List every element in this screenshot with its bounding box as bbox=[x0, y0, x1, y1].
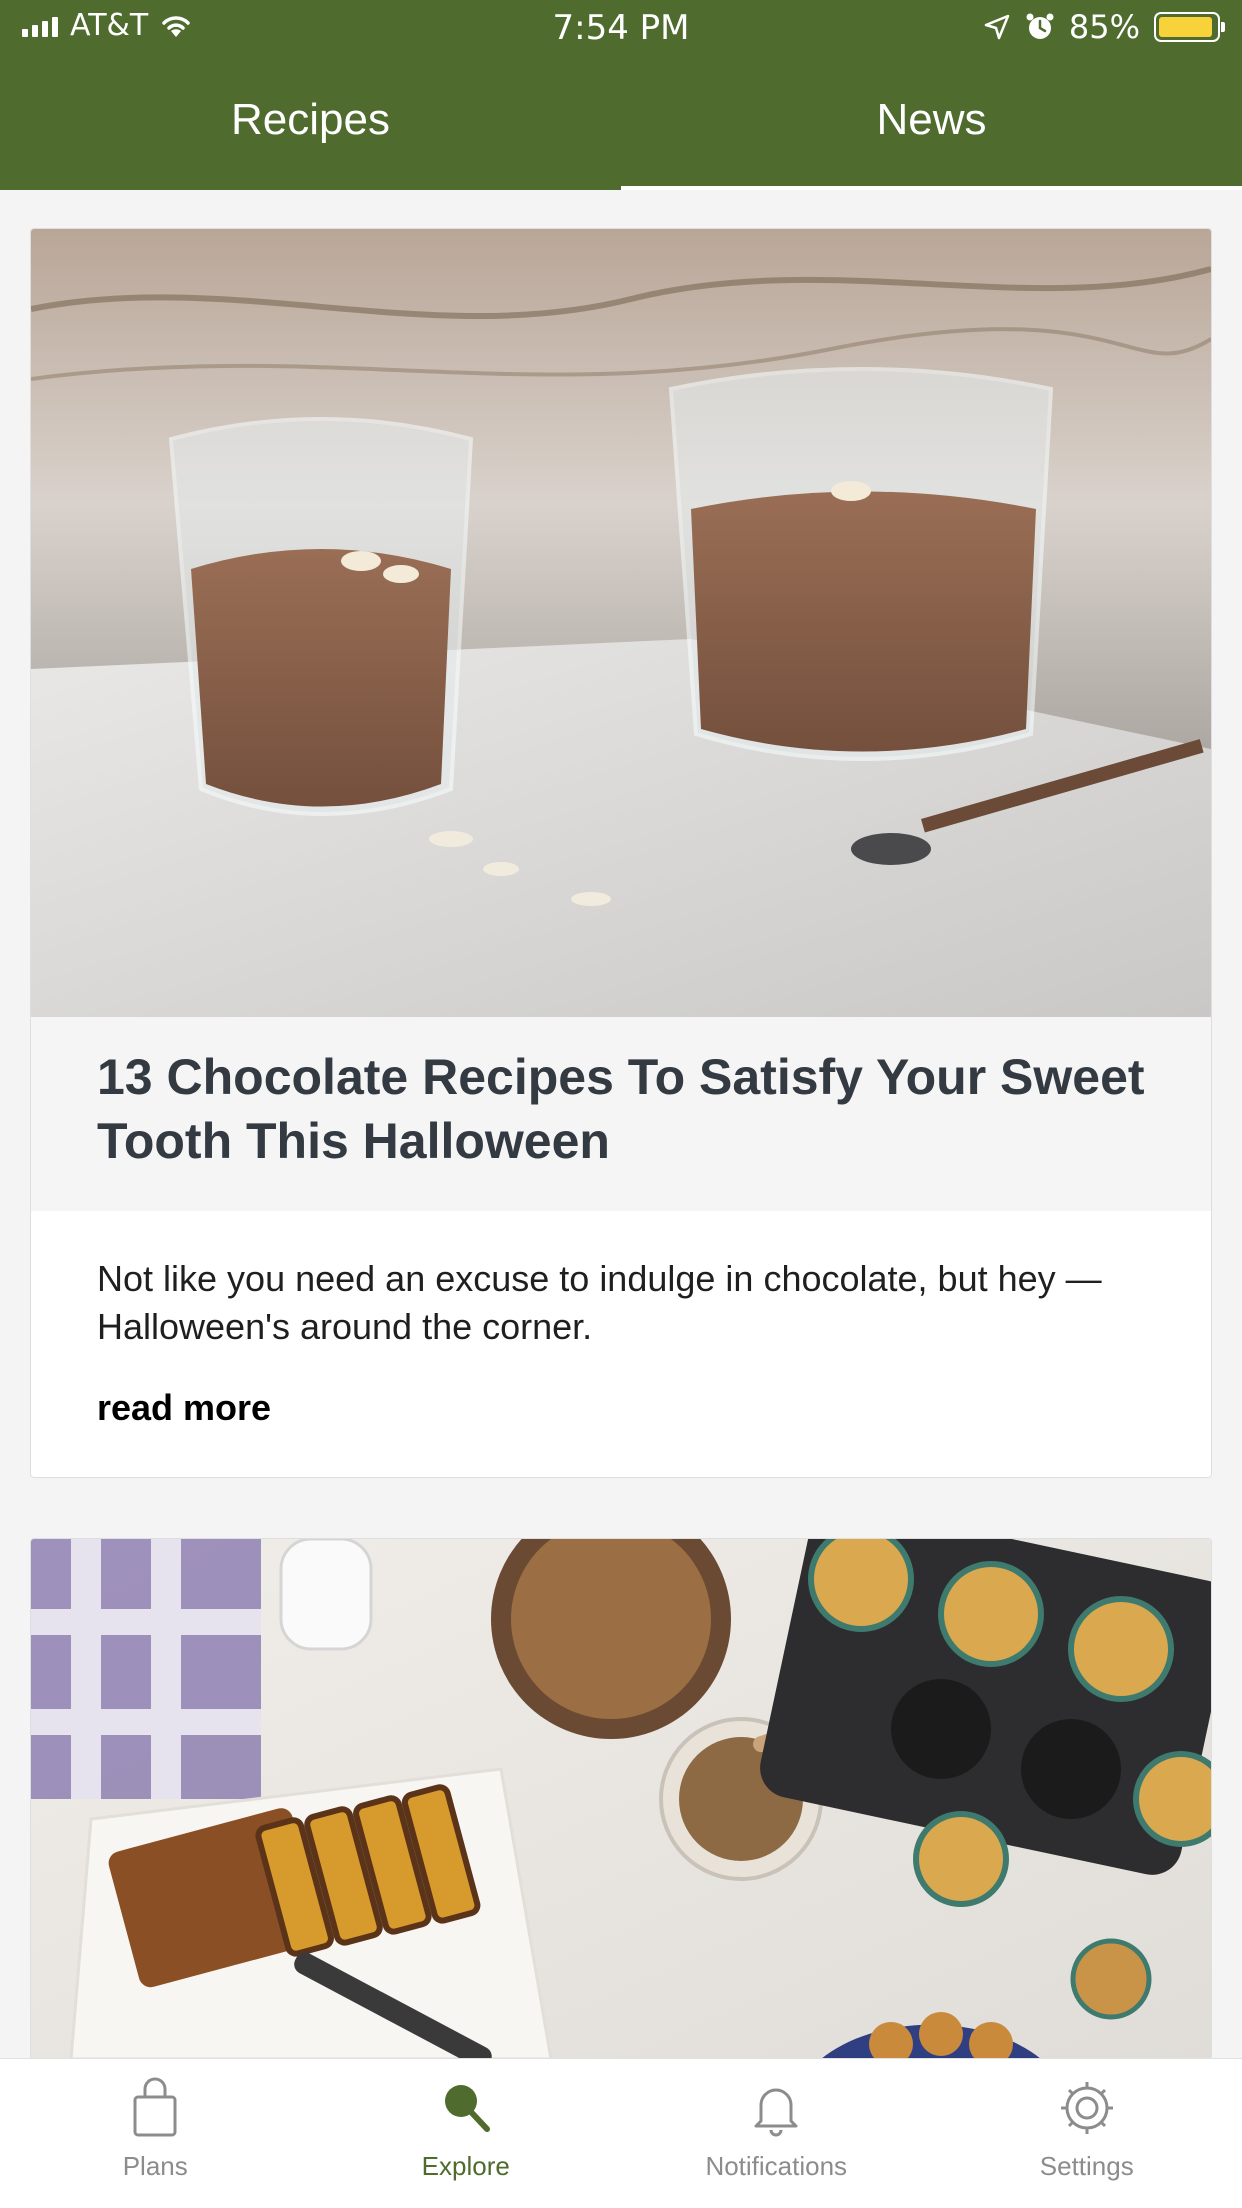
nav-plans[interactable]: Plans bbox=[25, 2073, 285, 2182]
tab-news[interactable]: News bbox=[621, 50, 1242, 190]
search-icon bbox=[444, 2085, 490, 2132]
article-description: Not like you need an excuse to indulge i… bbox=[97, 1258, 1102, 1347]
granola-muffins-image[interactable] bbox=[31, 1539, 1211, 2059]
gear-icon bbox=[1060, 2082, 1113, 2134]
bottom-navigation: Plans Explore Notifications Settings bbox=[0, 2058, 1242, 2208]
article-card[interactable]: 13 Chocolate Recipes To Satisfy Your Swe… bbox=[30, 228, 1212, 1478]
bell-icon bbox=[754, 2088, 798, 2137]
nav-notifications[interactable]: Notifications bbox=[646, 2073, 906, 2182]
read-more-link[interactable]: read more bbox=[97, 1387, 271, 1429]
article-title[interactable]: 13 Chocolate Recipes To Satisfy Your Swe… bbox=[97, 1045, 1145, 1173]
battery-icon bbox=[1154, 12, 1225, 42]
nav-explore[interactable]: Explore bbox=[336, 2073, 596, 2182]
tab-recipes-label: Recipes bbox=[231, 95, 390, 144]
nav-settings[interactable]: Settings bbox=[957, 2073, 1217, 2182]
article-title-band: 13 Chocolate Recipes To Satisfy Your Swe… bbox=[31, 1017, 1211, 1211]
nav-settings-label: Settings bbox=[1039, 2151, 1134, 2181]
battery-percent: 85% bbox=[1068, 8, 1140, 46]
nav-explore-label: Explore bbox=[421, 2151, 510, 2181]
active-tab-indicator bbox=[621, 186, 1242, 190]
nav-plans-label: Plans bbox=[122, 2151, 188, 2181]
article-card-2[interactable] bbox=[30, 1538, 1212, 2060]
status-bar: AT&T 7:54 PM 85% bbox=[0, 0, 1242, 50]
location-icon bbox=[984, 14, 1010, 40]
tab-news-label: News bbox=[876, 95, 987, 144]
chocolate-dessert-image[interactable] bbox=[31, 229, 1211, 1017]
top-tab-bar: Recipes News bbox=[0, 50, 1242, 190]
shopping-bag-icon bbox=[133, 2077, 177, 2137]
nav-notifications-label: Notifications bbox=[705, 2151, 848, 2181]
status-right: 85% bbox=[983, 8, 1225, 46]
tab-recipes[interactable]: Recipes bbox=[0, 50, 621, 190]
alarm-icon bbox=[1026, 13, 1054, 39]
